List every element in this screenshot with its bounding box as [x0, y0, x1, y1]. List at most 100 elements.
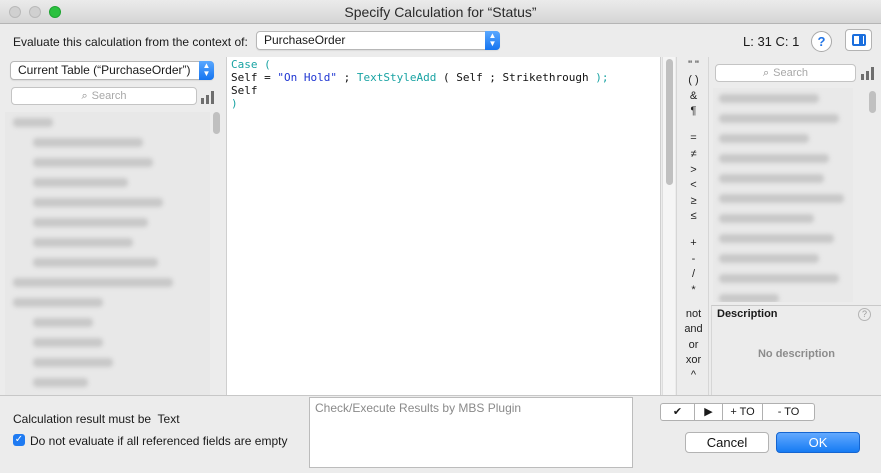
obscured-text — [719, 174, 824, 183]
result-type-label: Calculation result must be Text — [13, 412, 180, 426]
list-item[interactable] — [713, 88, 853, 108]
fields-scrollbar[interactable] — [213, 112, 220, 134]
obscured-text — [719, 294, 779, 302]
list-item[interactable] — [713, 288, 853, 302]
list-item[interactable] — [713, 128, 853, 148]
mbs-results-placeholder: Check/Execute Results by MBS Plugin — [315, 401, 522, 415]
obscured-text — [13, 298, 103, 307]
operator-button[interactable]: * — [677, 284, 710, 296]
cancel-button[interactable]: Cancel — [685, 432, 769, 453]
functions-search-input[interactable]: ⌕ Search — [715, 64, 856, 82]
operator-button[interactable]: & — [677, 90, 710, 102]
context-select[interactable]: PurchaseOrder ▲ ▼ — [256, 31, 500, 50]
code-string: "On Hold" — [277, 71, 337, 84]
toggle-panel-button[interactable] — [845, 29, 872, 51]
code-text: Self — [231, 84, 258, 97]
context-select-value: PurchaseOrder — [264, 33, 346, 47]
mbs-results-field[interactable]: Check/Execute Results by MBS Plugin — [309, 397, 633, 468]
obscured-text — [13, 118, 53, 127]
list-item[interactable] — [5, 232, 210, 252]
operator-button[interactable]: / — [677, 268, 710, 280]
list-item[interactable] — [5, 272, 210, 292]
operator-button[interactable]: < — [677, 179, 710, 191]
check-syntax-button[interactable]: ✔ — [661, 404, 695, 420]
obscured-text — [33, 138, 143, 147]
table-select[interactable]: Current Table (“PurchaseOrder”) ▲ ▼ — [10, 61, 214, 80]
list-item[interactable] — [5, 132, 210, 152]
fields-list[interactable] — [5, 112, 210, 395]
list-item[interactable] — [713, 268, 853, 288]
help-button[interactable]: ? — [811, 31, 832, 52]
obscured-text — [719, 214, 814, 223]
list-item[interactable] — [713, 108, 853, 128]
operator-button[interactable]: and — [677, 323, 710, 335]
evaluate-checkbox-label[interactable]: Do not evaluate if all referenced fields… — [30, 434, 287, 448]
list-item[interactable] — [713, 148, 853, 168]
list-item[interactable] — [5, 372, 210, 392]
list-item[interactable] — [5, 212, 210, 232]
functions-list[interactable] — [713, 88, 853, 302]
list-item[interactable] — [5, 292, 210, 312]
title-bar: Specify Calculation for “Status” — [0, 0, 881, 24]
sort-bars-icon[interactable] — [201, 91, 215, 104]
list-item[interactable] — [5, 112, 210, 132]
operator-button[interactable]: > — [677, 164, 710, 176]
operator-button[interactable]: " " — [677, 59, 710, 71]
operator-button[interactable]: ( ) — [677, 74, 710, 86]
obscured-text — [33, 218, 148, 227]
checkmark-icon: ✓ — [14, 434, 24, 445]
list-item[interactable] — [713, 248, 853, 268]
result-type-value[interactable]: Text — [158, 412, 180, 426]
context-label: Evaluate this calculation from the conte… — [13, 35, 248, 49]
list-item[interactable] — [5, 312, 210, 332]
question-mark-icon[interactable]: ? — [858, 308, 871, 321]
operator-button[interactable]: not — [677, 308, 710, 320]
list-item[interactable] — [713, 208, 853, 228]
ok-button[interactable]: OK — [776, 432, 860, 453]
operator-button[interactable]: = — [677, 132, 710, 144]
operator-button[interactable]: - — [677, 253, 710, 265]
operator-button[interactable]: ≥ — [677, 195, 710, 207]
list-item[interactable] — [713, 228, 853, 248]
sort-bars-icon[interactable] — [861, 67, 875, 80]
list-item[interactable] — [5, 332, 210, 352]
divider — [0, 395, 881, 396]
operator-button[interactable]: ^ — [677, 369, 710, 381]
list-item[interactable] — [5, 352, 210, 372]
editor-scrollbar[interactable] — [662, 57, 675, 395]
operators-column: " " ( ) & ¶ = ≠ > < ≥ ≤ + - / * not and or xor ^ — [676, 57, 709, 395]
fields-search-input[interactable]: ⌕ Search — [11, 87, 197, 105]
execute-button[interactable]: ▶ — [695, 404, 723, 420]
obscured-text — [719, 134, 809, 143]
calculation-editor[interactable]: Case ( Self = "On Hold" ; TextStyleAdd (… — [226, 57, 661, 395]
list-item[interactable] — [5, 252, 210, 272]
obscured-text — [33, 338, 103, 347]
operator-button[interactable]: + — [677, 237, 710, 249]
obscured-text — [33, 358, 113, 367]
add-to-button[interactable]: + TO — [723, 404, 763, 420]
editor-scroll-thumb[interactable] — [666, 59, 673, 185]
list-item[interactable] — [713, 188, 853, 208]
operator-button[interactable]: xor — [677, 354, 710, 366]
operator-button[interactable]: ≤ — [677, 210, 710, 222]
description-panel: Description ? No description — [711, 305, 881, 395]
obscured-text — [33, 378, 88, 387]
list-item[interactable] — [5, 192, 210, 212]
code-keyword: ); — [595, 71, 609, 84]
obscured-text — [33, 158, 153, 167]
operator-button[interactable]: or — [677, 339, 710, 351]
updown-chevron-icon: ▲ ▼ — [485, 31, 500, 50]
list-item[interactable] — [713, 168, 853, 188]
list-item[interactable] — [5, 172, 210, 192]
calculation-code[interactable]: Case ( Self = "On Hold" ; TextStyleAdd (… — [227, 57, 660, 110]
window-title: Specify Calculation for “Status” — [344, 4, 537, 20]
operator-button[interactable]: ¶ — [677, 105, 710, 117]
obscured-text — [33, 178, 128, 187]
list-item[interactable] — [5, 152, 210, 172]
operator-button[interactable]: ≠ — [677, 148, 710, 160]
functions-scrollbar[interactable] — [869, 91, 876, 113]
obscured-text — [719, 234, 834, 243]
evaluate-checkbox[interactable]: ✓ — [13, 434, 25, 446]
remove-to-button[interactable]: - TO — [763, 404, 814, 420]
obscured-text — [33, 198, 163, 207]
